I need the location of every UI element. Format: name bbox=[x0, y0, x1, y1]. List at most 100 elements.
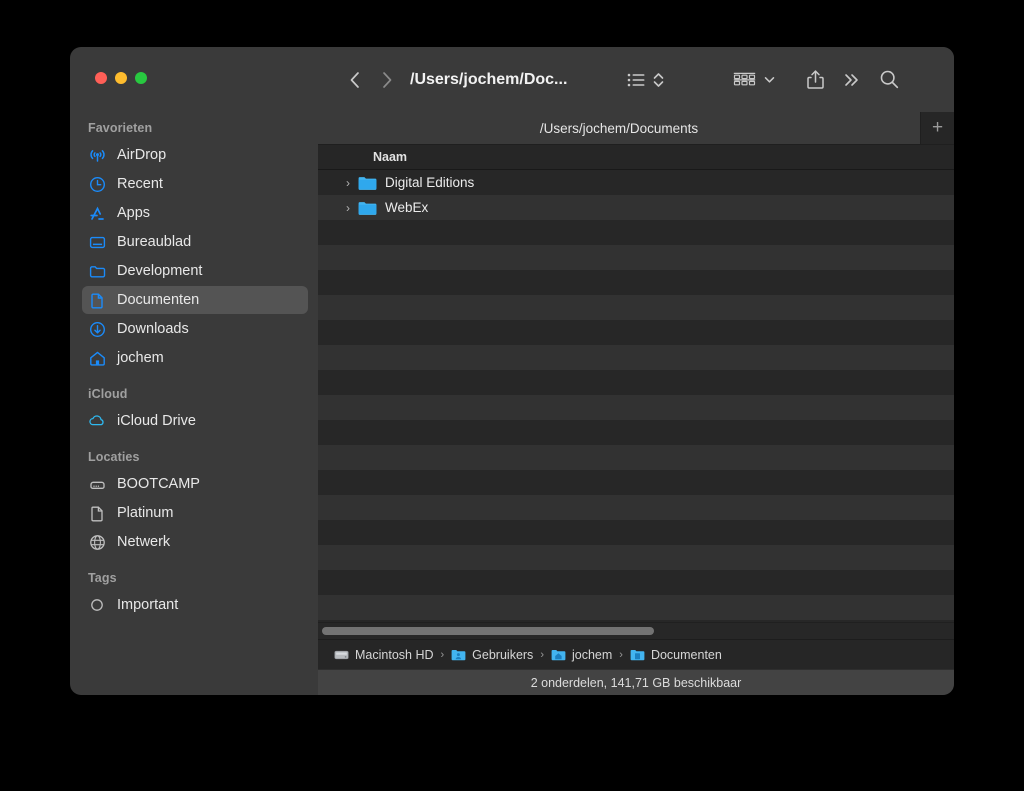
content-pane: /Users/jochem/Doc... /Users/jochem/Docum… bbox=[318, 47, 954, 695]
close-button[interactable] bbox=[95, 72, 107, 84]
empty-row bbox=[318, 370, 954, 395]
empty-row bbox=[318, 245, 954, 270]
sidebar-item-bureaublad[interactable]: Bureaublad bbox=[82, 228, 308, 256]
sidebar-scroll-area: Favorieten AirDrop Recent Apps Bureaubla… bbox=[70, 109, 318, 695]
download-icon bbox=[88, 320, 106, 338]
empty-rows-area bbox=[318, 220, 954, 620]
table-row[interactable]: › Digital Editions bbox=[318, 170, 954, 195]
sidebar-item-platinum[interactable]: Platinum bbox=[82, 499, 308, 527]
sidebar-item-label: AirDrop bbox=[117, 147, 167, 163]
tag-circle-icon bbox=[88, 596, 106, 614]
breadcrumb-separator: › bbox=[440, 648, 445, 661]
new-tab-button[interactable]: + bbox=[920, 112, 954, 144]
sidebar-section-locaties: Locaties bbox=[88, 450, 140, 464]
window-controls bbox=[95, 72, 147, 84]
sidebar-item-important[interactable]: Important bbox=[82, 591, 308, 619]
sidebar-item-label: Downloads bbox=[117, 321, 189, 337]
document-gray-icon bbox=[88, 504, 106, 522]
disclosure-triangle-icon[interactable]: › bbox=[338, 176, 358, 190]
sidebar-item-label: Netwerk bbox=[117, 534, 171, 550]
chevron-down-icon[interactable] bbox=[763, 65, 776, 95]
sidebar-item-label: Development bbox=[117, 263, 203, 279]
desktop-icon bbox=[88, 233, 106, 251]
search-icon[interactable] bbox=[872, 65, 906, 95]
horizontal-scrollbar-thumb[interactable] bbox=[322, 627, 654, 635]
disclosure-triangle-icon[interactable]: › bbox=[338, 201, 358, 215]
empty-row bbox=[318, 445, 954, 470]
tab-documents[interactable]: /Users/jochem/Documents bbox=[318, 112, 920, 144]
share-icon[interactable] bbox=[798, 65, 832, 95]
toolbar: /Users/jochem/Doc... bbox=[318, 47, 954, 112]
sidebar-item-bootcamp[interactable]: BOOTCAMP bbox=[82, 470, 308, 498]
more-icon[interactable] bbox=[832, 65, 872, 95]
empty-row bbox=[318, 220, 954, 245]
sidebar-section-tags: Tags bbox=[88, 571, 117, 585]
breadcrumb-item-macintosh-hd[interactable]: Macintosh HD bbox=[334, 648, 434, 662]
empty-row bbox=[318, 595, 954, 620]
breadcrumb-item-documenten[interactable]: Documenten bbox=[630, 648, 722, 662]
sidebar-item-recent[interactable]: Recent bbox=[82, 170, 308, 198]
sidebar-item-icloud-drive[interactable]: iCloud Drive bbox=[82, 407, 308, 435]
sidebar-item-documenten[interactable]: Documenten bbox=[82, 286, 308, 314]
airdrop-icon bbox=[88, 146, 106, 164]
breadcrumb-separator: › bbox=[619, 648, 623, 661]
file-name: WebEx bbox=[385, 200, 429, 215]
sidebar-item-label: Important bbox=[117, 597, 179, 613]
sidebar-item-label: Recent bbox=[117, 176, 163, 192]
sidebar-item-label: Documenten bbox=[117, 292, 200, 308]
breadcrumb-label: Macintosh HD bbox=[355, 647, 434, 662]
tab-bar: /Users/jochem/Documents + bbox=[318, 112, 954, 145]
sidebar-item-apps[interactable]: Apps bbox=[82, 199, 308, 227]
forward-button[interactable] bbox=[370, 65, 404, 95]
sidebar-item-label: Bureaublad bbox=[117, 234, 192, 250]
empty-row bbox=[318, 420, 954, 445]
apps-icon bbox=[88, 204, 106, 222]
breadcrumb-item-jochem[interactable]: jochem bbox=[551, 648, 612, 662]
status-text: 2 onderdelen, 141,71 GB beschikbaar bbox=[530, 675, 742, 690]
cloud-icon bbox=[88, 412, 106, 430]
page-title: /Users/jochem/Doc... bbox=[410, 70, 568, 88]
status-bar: 2 onderdelen, 141,71 GB beschikbaar bbox=[318, 669, 954, 695]
harddisk-icon bbox=[334, 648, 349, 662]
folder-icon bbox=[88, 262, 106, 280]
breadcrumb-item-gebruikers[interactable]: Gebruikers bbox=[451, 648, 533, 662]
empty-row bbox=[318, 495, 954, 520]
back-button[interactable] bbox=[340, 65, 370, 95]
sidebar: Favorieten AirDrop Recent Apps Bureaubla… bbox=[70, 47, 318, 695]
documents-folder-icon bbox=[630, 648, 645, 662]
folder-icon bbox=[358, 200, 377, 216]
sidebar-section-icloud: iCloud bbox=[88, 387, 128, 401]
sidebar-item-netwerk[interactable]: Netwerk bbox=[82, 528, 308, 556]
list-view-icon[interactable] bbox=[627, 65, 646, 95]
sidebar-item-jochem[interactable]: jochem bbox=[82, 344, 308, 372]
sidebar-item-label: Platinum bbox=[117, 505, 174, 521]
empty-row bbox=[318, 570, 954, 595]
folder-icon bbox=[358, 175, 377, 191]
column-header-naam[interactable]: Naam bbox=[318, 150, 407, 164]
globe-icon bbox=[88, 533, 106, 551]
sidebar-item-airdrop[interactable]: AirDrop bbox=[82, 141, 308, 169]
sidebar-item-label: iCloud Drive bbox=[117, 413, 196, 429]
breadcrumb: Macintosh HD › Gebruikers › jochem › Doc… bbox=[318, 639, 954, 669]
empty-row bbox=[318, 520, 954, 545]
breadcrumb-label: Documenten bbox=[650, 647, 722, 662]
minimize-button[interactable] bbox=[115, 72, 127, 84]
empty-row bbox=[318, 320, 954, 345]
home-folder-icon bbox=[551, 648, 566, 662]
sort-stepper-icon[interactable] bbox=[652, 65, 665, 95]
group-controls bbox=[733, 65, 776, 95]
sidebar-item-development[interactable]: Development bbox=[82, 257, 308, 285]
file-list: › Digital Editions › WebEx bbox=[318, 170, 954, 622]
sidebar-item-downloads[interactable]: Downloads bbox=[82, 315, 308, 343]
column-header: Naam bbox=[318, 145, 954, 170]
zoom-button[interactable] bbox=[135, 72, 147, 84]
breadcrumb-label: Gebruikers bbox=[472, 647, 534, 662]
empty-row bbox=[318, 395, 954, 420]
sidebar-item-label: BOOTCAMP bbox=[117, 476, 200, 492]
table-row[interactable]: › WebEx bbox=[318, 195, 954, 220]
grid-view-icon[interactable] bbox=[733, 65, 757, 95]
sidebar-section-favorieten: Favorieten bbox=[88, 121, 153, 135]
horizontal-scrollbar[interactable] bbox=[318, 622, 954, 639]
empty-row bbox=[318, 295, 954, 320]
view-controls bbox=[627, 65, 665, 95]
